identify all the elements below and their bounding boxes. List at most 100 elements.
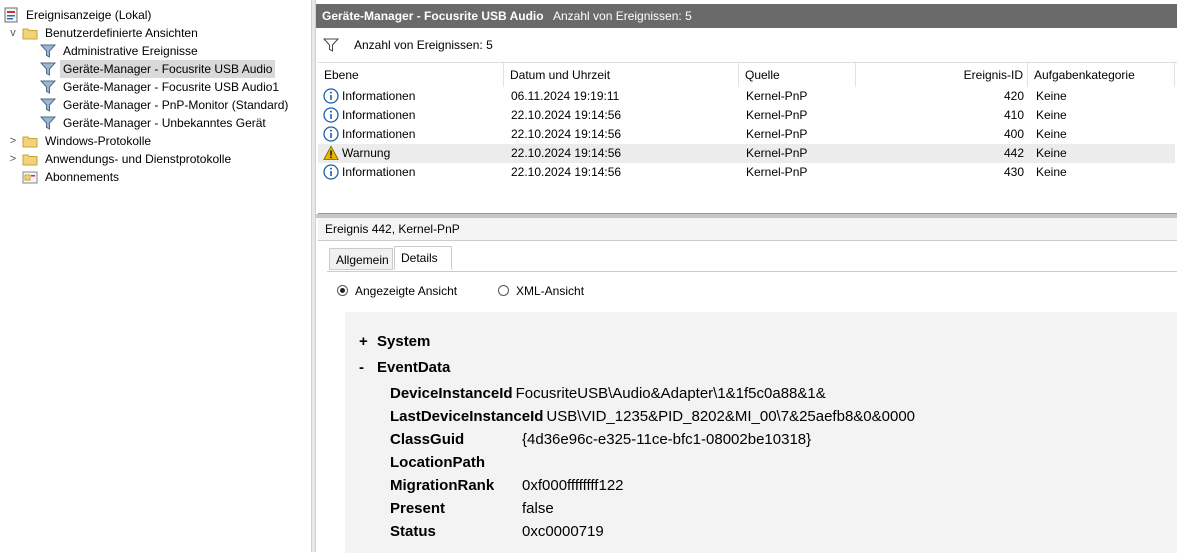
- panel-event-count: Anzahl von Ereignissen: 5: [553, 9, 692, 23]
- field-key: MigrationRank: [390, 477, 495, 494]
- field-key: ClassGuid: [390, 431, 465, 448]
- cell-event-id: 420: [1003, 89, 1024, 103]
- event-data-view: + System - EventData DeviceInstanceId Focus…: [345, 312, 1177, 553]
- cell-task-category: Keine: [1036, 146, 1067, 160]
- field-migration-rank: MigrationRank 0xf000ffffffff122: [390, 475, 624, 497]
- table-row[interactable]: Informationen 06.11.2024 19:19:11 Kernel…: [318, 87, 1175, 106]
- filter-icon: [40, 116, 56, 130]
- subscriptions-icon: [22, 171, 38, 184]
- tab-general[interactable]: Allgemein: [329, 248, 393, 270]
- expand-toggle[interactable]: +: [359, 331, 377, 353]
- field-key: LastDeviceInstanceId: [390, 408, 544, 425]
- field-key: Present: [390, 500, 446, 517]
- field-value: 0xc0000719: [522, 523, 604, 540]
- cell-level: Informationen: [342, 89, 416, 103]
- eventdata-section[interactable]: - EventData: [359, 357, 450, 379]
- filter-icon: [40, 80, 56, 94]
- cell-event-id: 430: [1003, 165, 1024, 179]
- cell-source: Kernel-PnP: [746, 108, 808, 122]
- column-header-event-id[interactable]: Ereignis-ID: [856, 63, 1028, 87]
- section-label: EventData: [377, 359, 451, 376]
- column-header-task-category[interactable]: Aufgabenkategorie: [1028, 63, 1175, 87]
- cell-task-category: Keine: [1036, 127, 1067, 141]
- cell-source: Kernel-PnP: [746, 165, 808, 179]
- radio-checked-icon: [337, 285, 348, 296]
- collapse-toggle[interactable]: -: [359, 357, 377, 379]
- info-icon: [323, 164, 339, 180]
- tree-item-label: Geräte-Manager - Unbekanntes Gerät: [63, 116, 266, 130]
- navigation-tree: Ereignisanzeige (Lokal) v Benutzerdefini…: [0, 0, 311, 552]
- tree-item-label: Geräte-Manager - Focusrite USB Audio1: [63, 80, 280, 94]
- tab-details[interactable]: Details: [394, 246, 452, 270]
- field-key: LocationPath: [390, 454, 486, 471]
- filter-icon: [323, 38, 339, 52]
- system-section[interactable]: + System: [359, 331, 430, 353]
- folder-icon: [22, 28, 38, 40]
- cell-task-category: Keine: [1036, 89, 1067, 103]
- warning-icon: [323, 145, 339, 160]
- tree-item-label: Benutzerdefinierte Ansichten: [45, 26, 198, 40]
- radio-label: Angezeigte Ansicht: [355, 284, 458, 298]
- panel-title: Geräte-Manager - Focusrite USB Audio: [322, 9, 544, 23]
- field-value: USB\VID_1235&PID_8202&MI_00\7&25aefb8&0&…: [546, 408, 916, 425]
- chevron-right-icon[interactable]: >: [7, 132, 19, 150]
- radio-unchecked-icon: [498, 285, 509, 296]
- field-present: Present false: [390, 498, 554, 520]
- cell-source: Kernel-PnP: [746, 127, 808, 141]
- field-value: {4d36e96c-e325-11ce-bfc1-08002be10318}: [522, 431, 812, 448]
- cell-event-id: 442: [1003, 146, 1024, 160]
- panel-title-bar: Geräte-Manager - Focusrite USB Audio Anz…: [316, 4, 1177, 28]
- filter-icon: [40, 98, 56, 112]
- filter-bar: Anzahl von Ereignissen: 5: [318, 33, 1177, 59]
- cell-task-category: Keine: [1036, 165, 1067, 179]
- field-value: 0xf000ffffffff122: [522, 477, 624, 494]
- tree-item-label: Abonnements: [45, 170, 120, 184]
- info-icon: [323, 107, 339, 123]
- field-status: Status 0xc0000719: [390, 521, 604, 543]
- cell-level: Informationen: [342, 165, 416, 179]
- section-label: System: [377, 333, 431, 350]
- table-row[interactable]: Informationen 22.10.2024 19:14:56 Kernel…: [318, 163, 1175, 182]
- cell-level: Informationen: [342, 108, 416, 122]
- table-row[interactable]: Informationen 22.10.2024 19:14:56 Kernel…: [318, 125, 1175, 144]
- cell-date: 22.10.2024 19:14:56: [511, 108, 622, 122]
- filter-icon: [40, 62, 56, 76]
- folder-icon: [22, 154, 38, 166]
- chevron-down-icon[interactable]: v: [7, 24, 19, 42]
- cell-date: 22.10.2024 19:14:56: [511, 165, 622, 179]
- events-table: Ebene Datum und Uhrzeit Quelle Ereignis-…: [318, 62, 1177, 214]
- cell-date: 22.10.2024 19:14:56: [511, 146, 622, 160]
- tree-item-label: Administrative Ereignisse: [63, 44, 198, 58]
- column-header-level[interactable]: Ebene: [318, 63, 504, 87]
- cell-level: Informationen: [342, 127, 416, 141]
- cell-event-id: 400: [1003, 127, 1024, 141]
- tree-item-label: Anwendungs- und Dienstprotokolle: [45, 152, 232, 166]
- cell-task-category: Keine: [1036, 108, 1067, 122]
- radio-label: XML-Ansicht: [516, 284, 585, 298]
- chevron-right-icon[interactable]: >: [7, 150, 19, 168]
- column-header-date[interactable]: Datum und Uhrzeit: [504, 63, 739, 87]
- tree-item-label: Ereignisanzeige (Lokal): [26, 8, 152, 22]
- cell-event-id: 410: [1003, 108, 1024, 122]
- tree-item-label: Geräte-Manager - Focusrite USB Audio: [60, 60, 276, 78]
- field-class-guid: ClassGuid {4d36e96c-e325-11ce-bfc1-08002b…: [390, 429, 811, 451]
- filter-count-text: Anzahl von Ereignissen: 5: [354, 38, 493, 52]
- cell-source: Kernel-PnP: [746, 146, 808, 160]
- cell-date: 22.10.2024 19:14:56: [511, 127, 622, 141]
- event-title: Ereignis 442, Kernel-PnP: [325, 222, 460, 236]
- table-row[interactable]: Warnung 22.10.2024 19:14:56 Kernel-PnP 4…: [318, 144, 1175, 163]
- cell-date: 06.11.2024 19:19:11: [511, 89, 620, 103]
- info-icon: [323, 126, 339, 142]
- event-header: Ereignis 442, Kernel-PnP: [318, 218, 1177, 241]
- folder-icon: [22, 136, 38, 148]
- field-last-device-instance-id: LastDeviceInstanceId USB\VID_1235&PID_820…: [390, 406, 915, 428]
- cell-source: Kernel-PnP: [746, 89, 808, 103]
- field-location-path: LocationPath: [390, 452, 522, 474]
- field-device-instance-id: DeviceInstanceId FocusriteUSB\Audio&Adapt…: [390, 383, 826, 405]
- event-viewer-icon: [4, 7, 18, 23]
- tree-item-label: Geräte-Manager - PnP-Monitor (Standard): [63, 98, 289, 112]
- table-row[interactable]: Informationen 22.10.2024 19:14:56 Kernel…: [318, 106, 1175, 125]
- main-pane: Geräte-Manager - Focusrite USB Audio Anz…: [316, 0, 1177, 553]
- tree-item-label: Windows-Protokolle: [45, 134, 152, 148]
- column-header-source[interactable]: Quelle: [739, 63, 856, 87]
